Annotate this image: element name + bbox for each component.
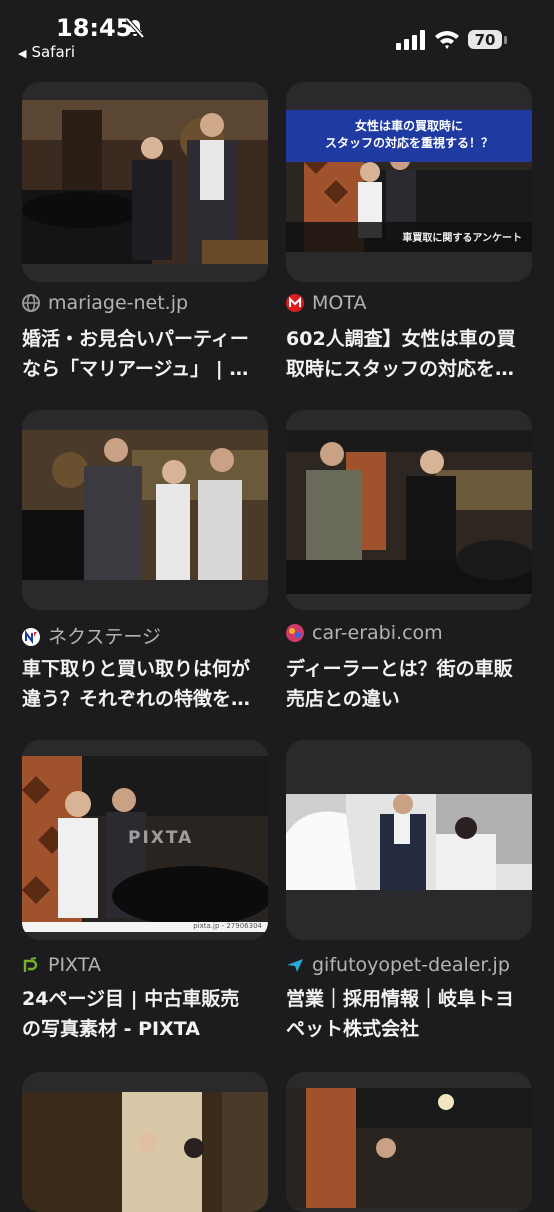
result-source[interactable]: mariage-net.jp [22, 292, 188, 314]
nextage-logo-icon [22, 628, 40, 646]
image-result-card[interactable]: mariage-net.jp 婚活・お見合いパーティー なら「マリアージュ」 |… [22, 82, 268, 382]
image-result-card[interactable]: 女性は車の買取時に スタッフの対応を重視する！？ 車買取に関するアンケート MO… [286, 82, 532, 382]
image-watermark: PIXTA [128, 828, 194, 848]
battery-indicator: 70 [468, 30, 508, 51]
cellular-signal-icon [396, 30, 425, 50]
result-thumbnail[interactable] [22, 82, 268, 282]
mota-logo-icon [286, 294, 304, 312]
result-title[interactable]: 602人調査】女性は車の買 取時にスタッフの対応を… [286, 324, 532, 384]
result-image [22, 100, 268, 264]
battery-level: 70 [474, 31, 496, 49]
image-result-card[interactable]: PIXTA pixta.jp - 27906304 PIXTA 24ページ目 |… [22, 740, 268, 1040]
result-image [22, 1092, 268, 1212]
result-source[interactable]: gifutoyopet-dealer.jp [286, 954, 510, 976]
image-banner: 女性は車の買取時に スタッフの対応を重視する！？ [286, 110, 532, 162]
result-source[interactable]: ネクステージ [22, 622, 161, 649]
image-result-card[interactable]: ネクステージ 車下取りと買い取りは何が 違う？それぞれの特徴を… [22, 410, 268, 710]
result-image [286, 794, 532, 890]
result-title[interactable]: 営業｜採用情報｜岐阜トヨ ペット株式会社 [286, 984, 532, 1044]
back-to-safari-button[interactable]: ◀ Safari [18, 43, 75, 61]
result-image [286, 430, 532, 594]
result-source[interactable]: car-erabi.com [286, 622, 443, 644]
result-thumbnail[interactable] [286, 410, 532, 610]
result-thumbnail[interactable] [22, 410, 268, 610]
image-caption: 車買取に関するアンケート [402, 233, 522, 244]
pixta-logo-icon [23, 957, 38, 972]
image-result-card[interactable]: car-erabi.com ディーラーとは？街の車販 売店との違い [286, 410, 532, 710]
result-title[interactable]: 婚活・お見合いパーティー なら「マリアージュ」 | … [22, 324, 268, 384]
back-arrow-icon: ◀ [18, 47, 27, 60]
result-title[interactable]: 車下取りと買い取りは何が 違う？それぞれの特徴を… [22, 654, 268, 714]
gifu-toyopet-logo-icon [287, 959, 303, 972]
image-result-card[interactable]: gifutoyopet-dealer.jp 営業｜採用情報｜岐阜トヨ ペット株式… [286, 740, 532, 1040]
result-title[interactable]: ディーラーとは？街の車販 売店との違い [286, 654, 532, 714]
status-bar: 18:45 ◀ Safari 70 [0, 0, 554, 70]
car-erabi-logo-icon [286, 624, 304, 642]
result-source[interactable]: MOTA [286, 292, 366, 314]
image-result-card[interactable] [22, 1072, 268, 1212]
wifi-icon [435, 31, 459, 49]
result-title[interactable]: 24ページ目 | 中古車販売 の写真素材 - PIXTA [22, 984, 268, 1044]
image-result-card[interactable] [286, 1072, 532, 1212]
result-image [286, 1088, 532, 1208]
result-thumbnail[interactable]: PIXTA pixta.jp - 27906304 [22, 740, 268, 940]
image-credit: pixta.jp - 27906304 [193, 922, 262, 930]
result-source[interactable]: PIXTA [22, 954, 101, 976]
result-thumbnail[interactable]: 女性は車の買取時に スタッフの対応を重視する！？ 車買取に関するアンケート [286, 82, 532, 282]
result-thumbnail[interactable] [286, 740, 532, 940]
globe-icon [22, 294, 40, 312]
result-thumbnail[interactable] [286, 1072, 532, 1212]
result-image [22, 430, 268, 594]
clock: 18:45 [56, 14, 133, 42]
result-thumbnail[interactable] [22, 1072, 268, 1212]
bell-muted-icon [125, 17, 145, 39]
